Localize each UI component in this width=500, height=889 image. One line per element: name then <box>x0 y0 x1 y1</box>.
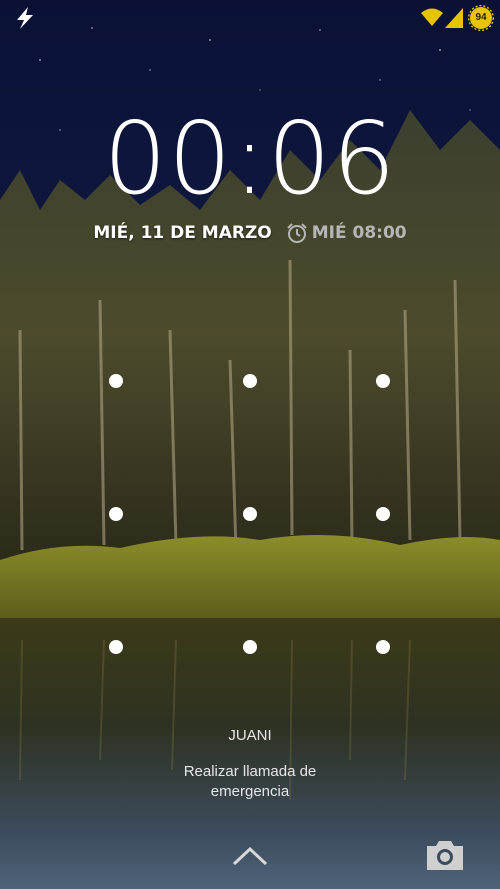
owner-info: JUANI <box>228 727 272 744</box>
next-alarm-label: MIÉ 08:00 <box>311 223 407 243</box>
emergency-call-button[interactable]: Realizar llamada de emergencia <box>150 762 350 802</box>
pattern-dot[interactable] <box>376 640 390 654</box>
battery-level: 94 <box>475 12 487 23</box>
pattern-dot[interactable] <box>109 640 123 654</box>
pattern-dot[interactable] <box>109 374 123 388</box>
next-alarm: MIÉ 08:00 <box>286 222 407 244</box>
pattern-dot[interactable] <box>243 507 257 521</box>
lockscreen-date: MIÉ, 11 DE MARZO <box>93 223 272 243</box>
lightning-bolt-icon <box>17 7 33 29</box>
battery-icon: 94 <box>467 4 495 32</box>
cell-signal-icon <box>445 8 463 28</box>
alarm-clock-icon <box>287 223 307 243</box>
status-bar: 94 <box>0 0 500 36</box>
pattern-dot[interactable] <box>243 640 257 654</box>
pattern-dot[interactable] <box>376 374 390 388</box>
date-row: MIÉ, 11 DE MARZO MIÉ 08:00 <box>0 220 500 246</box>
wifi-icon <box>421 8 443 26</box>
lockscreen-clock: 00:06 <box>103 100 397 217</box>
pattern-dot[interactable] <box>376 507 390 521</box>
chevron-up-icon[interactable] <box>232 845 268 867</box>
pattern-dot[interactable] <box>243 374 257 388</box>
camera-icon[interactable] <box>424 838 466 872</box>
pattern-dot[interactable] <box>109 507 123 521</box>
